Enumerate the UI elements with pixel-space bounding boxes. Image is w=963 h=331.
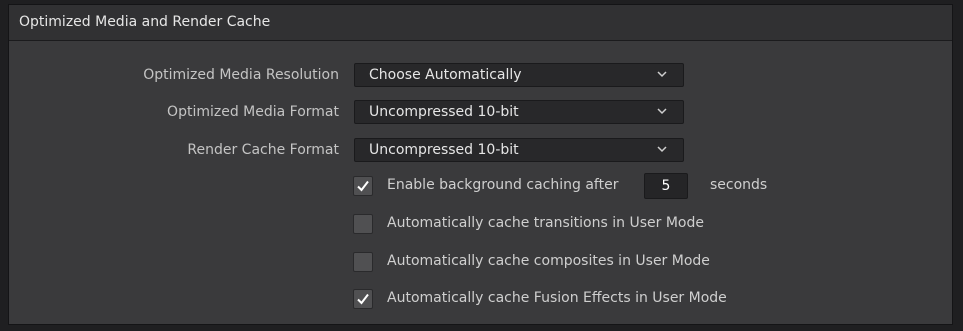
- chevron-down-icon: [657, 71, 667, 78]
- cache-transitions-checkbox[interactable]: [353, 214, 373, 234]
- dropdown-value: Uncompressed 10-bit: [369, 104, 519, 120]
- background-caching-checkbox[interactable]: [353, 176, 373, 196]
- cache-composites-row: Automatically cache composites in User M…: [353, 251, 793, 273]
- dropdown-value: Choose Automatically: [369, 67, 522, 83]
- cache-fusion-checkbox[interactable]: [353, 289, 373, 309]
- chevron-down-icon: [657, 108, 667, 115]
- checkmark-icon: [357, 293, 369, 305]
- dropdown-value: Uncompressed 10-bit: [369, 142, 519, 158]
- optimized-media-format-label: Optimized Media Format: [167, 104, 339, 120]
- cache-composites-checkbox[interactable]: [353, 252, 373, 272]
- chevron-down-icon: [657, 146, 667, 153]
- panel-header: Optimized Media and Render Cache: [9, 5, 952, 41]
- render-cache-format-dropdown[interactable]: Uncompressed 10-bit: [354, 138, 684, 162]
- background-caching-row: Enable background caching after 5 second…: [353, 173, 793, 199]
- panel-title: Optimized Media and Render Cache: [19, 14, 271, 30]
- checkmark-icon: [357, 180, 369, 192]
- cache-transitions-row: Automatically cache transitions in User …: [353, 213, 793, 235]
- seconds-label: seconds: [710, 177, 768, 193]
- background-caching-label: Enable background caching after: [387, 177, 619, 193]
- caching-delay-input[interactable]: 5: [644, 173, 688, 199]
- cache-fusion-row: Automatically cache Fusion Effects in Us…: [353, 288, 793, 310]
- cache-fusion-label: Automatically cache Fusion Effects in Us…: [387, 290, 727, 306]
- settings-panel: Optimized Media and Render Cache Optimiz…: [8, 4, 953, 325]
- cache-composites-label: Automatically cache composites in User M…: [387, 253, 710, 269]
- optimized-media-resolution-dropdown[interactable]: Choose Automatically: [354, 63, 684, 87]
- render-cache-format-label: Render Cache Format: [187, 142, 339, 158]
- optimized-media-format-dropdown[interactable]: Uncompressed 10-bit: [354, 100, 684, 124]
- cache-transitions-label: Automatically cache transitions in User …: [387, 215, 704, 231]
- optimized-media-resolution-label: Optimized Media Resolution: [143, 67, 339, 83]
